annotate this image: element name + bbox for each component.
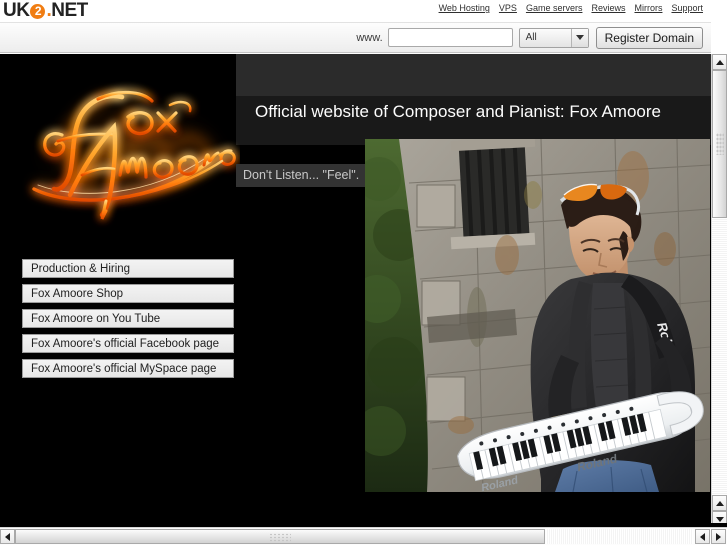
uk2-logo[interactable]: UK 2. NET: [3, 0, 88, 21]
horizontal-scrollbar-thumb[interactable]: [15, 529, 545, 544]
header-strip: [236, 54, 711, 96]
vertical-scrollbar-thumb[interactable]: [712, 70, 727, 218]
chevron-down-icon: [570, 28, 588, 47]
nav-link-support[interactable]: Support: [671, 3, 703, 13]
menu-item-myspace[interactable]: Fox Amoore's official MySpace page: [22, 359, 234, 378]
uk2-nav: Web Hosting VPS Game servers Reviews Mir…: [439, 3, 703, 13]
tld-select[interactable]: All: [518, 27, 589, 48]
menu-item-production-hiring[interactable]: Production & Hiring: [22, 259, 234, 278]
hero-photo-artwork: Roland Roland: [365, 139, 710, 492]
triangle-down-icon: [715, 516, 724, 522]
www-prefix-label: www.: [356, 31, 383, 44]
horizontal-scrollbar[interactable]: [0, 527, 727, 545]
fox-amoore-logo: [10, 69, 240, 229]
page-content: Official website of Composer and Pianist…: [0, 54, 711, 527]
scrollbar-grip: [269, 533, 291, 542]
vertical-scrollbar[interactable]: [711, 54, 727, 527]
fox-amoore-logo-artwork: [32, 90, 236, 220]
scroll-up-button-bottom[interactable]: [712, 495, 727, 511]
uk2-logo-badge: 2: [30, 3, 46, 19]
uk2-branding-bar: UK 2. NET Web Hosting VPS Game servers Rev…: [0, 0, 711, 23]
scroll-left-button[interactable]: [0, 529, 15, 544]
domain-search-input[interactable]: [387, 28, 513, 47]
horizontal-scrollbar-track[interactable]: [546, 529, 693, 544]
domain-search-bar: www. All Register Domain: [0, 23, 711, 53]
nav-link-mirrors[interactable]: Mirrors: [634, 3, 662, 13]
triangle-up-icon: [715, 59, 724, 65]
menu-item-label: Fox Amoore's official Facebook page: [31, 337, 220, 350]
nav-link-game-servers[interactable]: Game servers: [526, 3, 583, 13]
triangle-up-icon: [715, 500, 724, 506]
menu-item-label: Fox Amoore on You Tube: [31, 312, 161, 325]
tld-select-value: All: [525, 32, 537, 43]
register-domain-button[interactable]: Register Domain: [595, 26, 703, 49]
nav-link-web-hosting[interactable]: Web Hosting: [439, 3, 490, 13]
menu-item-label: Production & Hiring: [31, 262, 131, 275]
menu-item-facebook[interactable]: Fox Amoore's official Facebook page: [22, 334, 234, 353]
menu-item-label: Fox Amoore's official MySpace page: [31, 362, 217, 375]
scrollbar-grip: [716, 133, 724, 155]
page-title: Official website of Composer and Pianist…: [255, 102, 661, 121]
site-tagline: Don't Listen... "Feel".: [236, 164, 369, 187]
triangle-left-icon: [5, 532, 10, 541]
nav-link-reviews[interactable]: Reviews: [591, 3, 625, 13]
triangle-left-icon: [700, 532, 705, 541]
sidebar-menu: Production & Hiring Fox Amoore Shop Fox …: [22, 259, 234, 384]
scroll-left-button-right[interactable]: [695, 529, 710, 544]
browser-viewport: UK 2. NET Web Hosting VPS Game servers Rev…: [0, 0, 727, 545]
scroll-right-button[interactable]: [711, 529, 726, 544]
scroll-up-button[interactable]: [712, 54, 727, 70]
triangle-right-icon: [716, 532, 721, 541]
uk2-logo-part1: UK: [3, 0, 30, 21]
hero-photo: Roland Roland: [365, 139, 710, 492]
menu-item-youtube[interactable]: Fox Amoore on You Tube: [22, 309, 234, 328]
uk2-logo-part2: NET: [51, 0, 88, 21]
nav-link-vps[interactable]: VPS: [499, 3, 517, 13]
menu-item-shop[interactable]: Fox Amoore Shop: [22, 284, 234, 303]
menu-item-label: Fox Amoore Shop: [31, 287, 124, 300]
